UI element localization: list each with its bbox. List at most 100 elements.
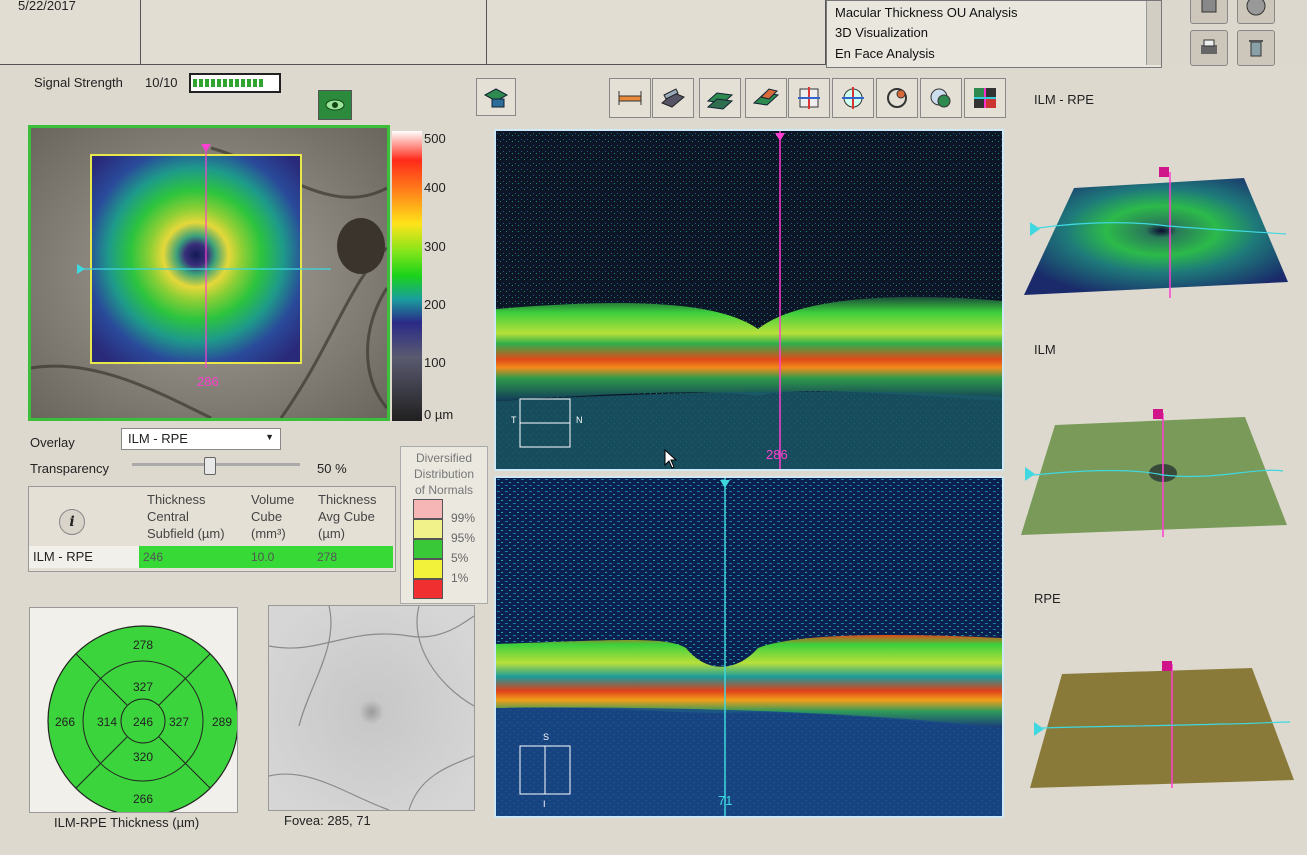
tool-rotate-button[interactable] [876, 78, 918, 118]
signal-strength-label: Signal Strength [34, 75, 123, 90]
etdrs-inferior-outer: 266 [132, 792, 154, 806]
table-row: 246 10.0 278 [139, 546, 393, 568]
overlay-select-value: ILM - RPE [128, 431, 188, 446]
eye-toggle-button[interactable] [318, 90, 352, 120]
etdrs-temporal-outer: 266 [54, 715, 76, 729]
registration-icon [930, 88, 951, 108]
analysis-menu[interactable]: Macular Thickness OU Analysis 3D Visuali… [826, 0, 1162, 68]
thickness-color-scale [392, 131, 422, 421]
bscan-top-right-marker: N [576, 415, 583, 425]
signal-strength-meter [189, 73, 281, 93]
avg-thickness-value: 278 [317, 550, 338, 564]
tool-enface-button[interactable] [964, 78, 1006, 118]
header-date-cell: 5/22/2017 [0, 0, 141, 65]
overlay-icon [752, 88, 780, 106]
signal-segment [241, 79, 245, 87]
normals-level-95: 95% [451, 531, 476, 545]
fovea-enface-image[interactable] [268, 605, 475, 811]
tool-target-button[interactable] [832, 78, 874, 118]
window-button[interactable] [1190, 0, 1228, 24]
etdrs-superior-inner: 327 [132, 680, 154, 694]
tool-crosshair-button[interactable] [788, 78, 830, 118]
normals-swatch-1 [413, 579, 443, 599]
eye-icon [325, 99, 345, 111]
bscan-top-left-marker: T [511, 415, 517, 425]
tool-caliper-button[interactable] [609, 78, 651, 118]
etdrs-caption: ILM-RPE Thickness (µm) [54, 815, 200, 830]
signal-segment [253, 79, 257, 87]
surface-3d-ilm[interactable] [1015, 405, 1295, 540]
table-row-label: ILM - RPE [33, 549, 93, 564]
target-icon [842, 87, 864, 109]
surface-3d-rpe[interactable] [1022, 658, 1297, 793]
dropdown-arrow-icon: ▼ [265, 432, 274, 442]
fovea-image [269, 606, 474, 810]
normals-level-1: 1% [451, 571, 469, 585]
scale-tick-300: 300 [424, 239, 446, 254]
surface-label-rpe: RPE [1034, 591, 1061, 606]
menu-scrollbar[interactable] [1146, 1, 1161, 65]
etdrs-temporal-inner: 314 [96, 715, 118, 729]
fundus-thickness-map[interactable]: 286 [28, 125, 390, 421]
signal-segment [259, 79, 263, 87]
signal-segment [205, 79, 209, 87]
tool-overlay-button[interactable] [745, 78, 787, 118]
tool-registration-button[interactable] [920, 78, 962, 118]
normals-level-5: 5% [451, 551, 469, 565]
window-icon [1201, 0, 1217, 13]
volume-value: 10.0 [251, 550, 275, 564]
scale-tick-400: 400 [424, 180, 446, 195]
bscan-horizontal-image [496, 131, 1002, 469]
surface-3d-ilm-rpe[interactable] [1018, 160, 1298, 305]
info-icon: i [69, 514, 75, 530]
signal-segment [223, 79, 227, 87]
delete-button[interactable] [1237, 30, 1275, 66]
layers-icon [483, 88, 509, 108]
menu-item-en-face[interactable]: En Face Analysis [835, 46, 935, 61]
menu-item-macular-thickness[interactable]: Macular Thickness OU Analysis [835, 5, 1018, 20]
tool-surface-button[interactable] [699, 78, 741, 118]
thickness-table: i Thickness Central Subfield (µm) Volume Cu… [28, 486, 396, 572]
signal-segment [199, 79, 203, 87]
exam-date: 5/22/2017 [18, 0, 76, 13]
trash-icon [1249, 40, 1263, 57]
col-header-central-subfield: Thickness Central Subfield (µm) [147, 492, 225, 541]
normals-swatch-top [413, 499, 443, 519]
rotate-icon [887, 88, 907, 108]
bscan-vertical-image [496, 478, 1002, 816]
bscan-bottom-slice-label: 71 [718, 793, 733, 808]
surface-label-ilm-rpe: ILM - RPE [1034, 92, 1094, 107]
print-button[interactable] [1190, 30, 1228, 66]
clock-button[interactable] [1237, 0, 1275, 24]
layers-button[interactable] [476, 78, 516, 116]
central-subfield-value: 246 [143, 550, 164, 564]
signal-segment [247, 79, 251, 87]
surface-icon [706, 92, 734, 110]
bscan-horizontal[interactable]: T N 286 [494, 129, 1004, 471]
signal-segment [193, 79, 197, 87]
normals-swatch-normal [413, 539, 443, 559]
bscan-vertical[interactable]: S I 71 [494, 476, 1004, 818]
crosshair-icon [798, 87, 820, 109]
transparency-slider-thumb[interactable] [204, 457, 216, 475]
tool-slice-button[interactable] [652, 78, 694, 118]
scale-tick-500: 500 [424, 131, 446, 146]
info-button[interactable]: i [59, 509, 85, 535]
bscan-bottom-top-marker: S [543, 732, 550, 742]
overlay-select[interactable]: ILM - RPE ▼ [121, 428, 281, 450]
etdrs-nasal-outer: 289 [211, 715, 233, 729]
signal-segment [211, 79, 215, 87]
header-cell-3 [487, 0, 826, 65]
transparency-label: Transparency [30, 461, 109, 476]
signal-segment [229, 79, 233, 87]
scale-tick-0: 0 µm [424, 407, 454, 422]
transparency-slider-track[interactable] [132, 463, 300, 466]
menu-item-3d-visualization[interactable]: 3D Visualization [835, 25, 928, 40]
etdrs-superior-outer: 278 [132, 638, 154, 652]
normals-title: Diversified Distribution of Normals [413, 451, 475, 497]
surface-label-ilm: ILM [1034, 342, 1056, 357]
normals-swatch-95 [413, 519, 443, 539]
etdrs-center: 246 [132, 715, 154, 729]
scale-tick-200: 200 [424, 297, 446, 312]
etdrs-nasal-inner: 327 [168, 715, 190, 729]
